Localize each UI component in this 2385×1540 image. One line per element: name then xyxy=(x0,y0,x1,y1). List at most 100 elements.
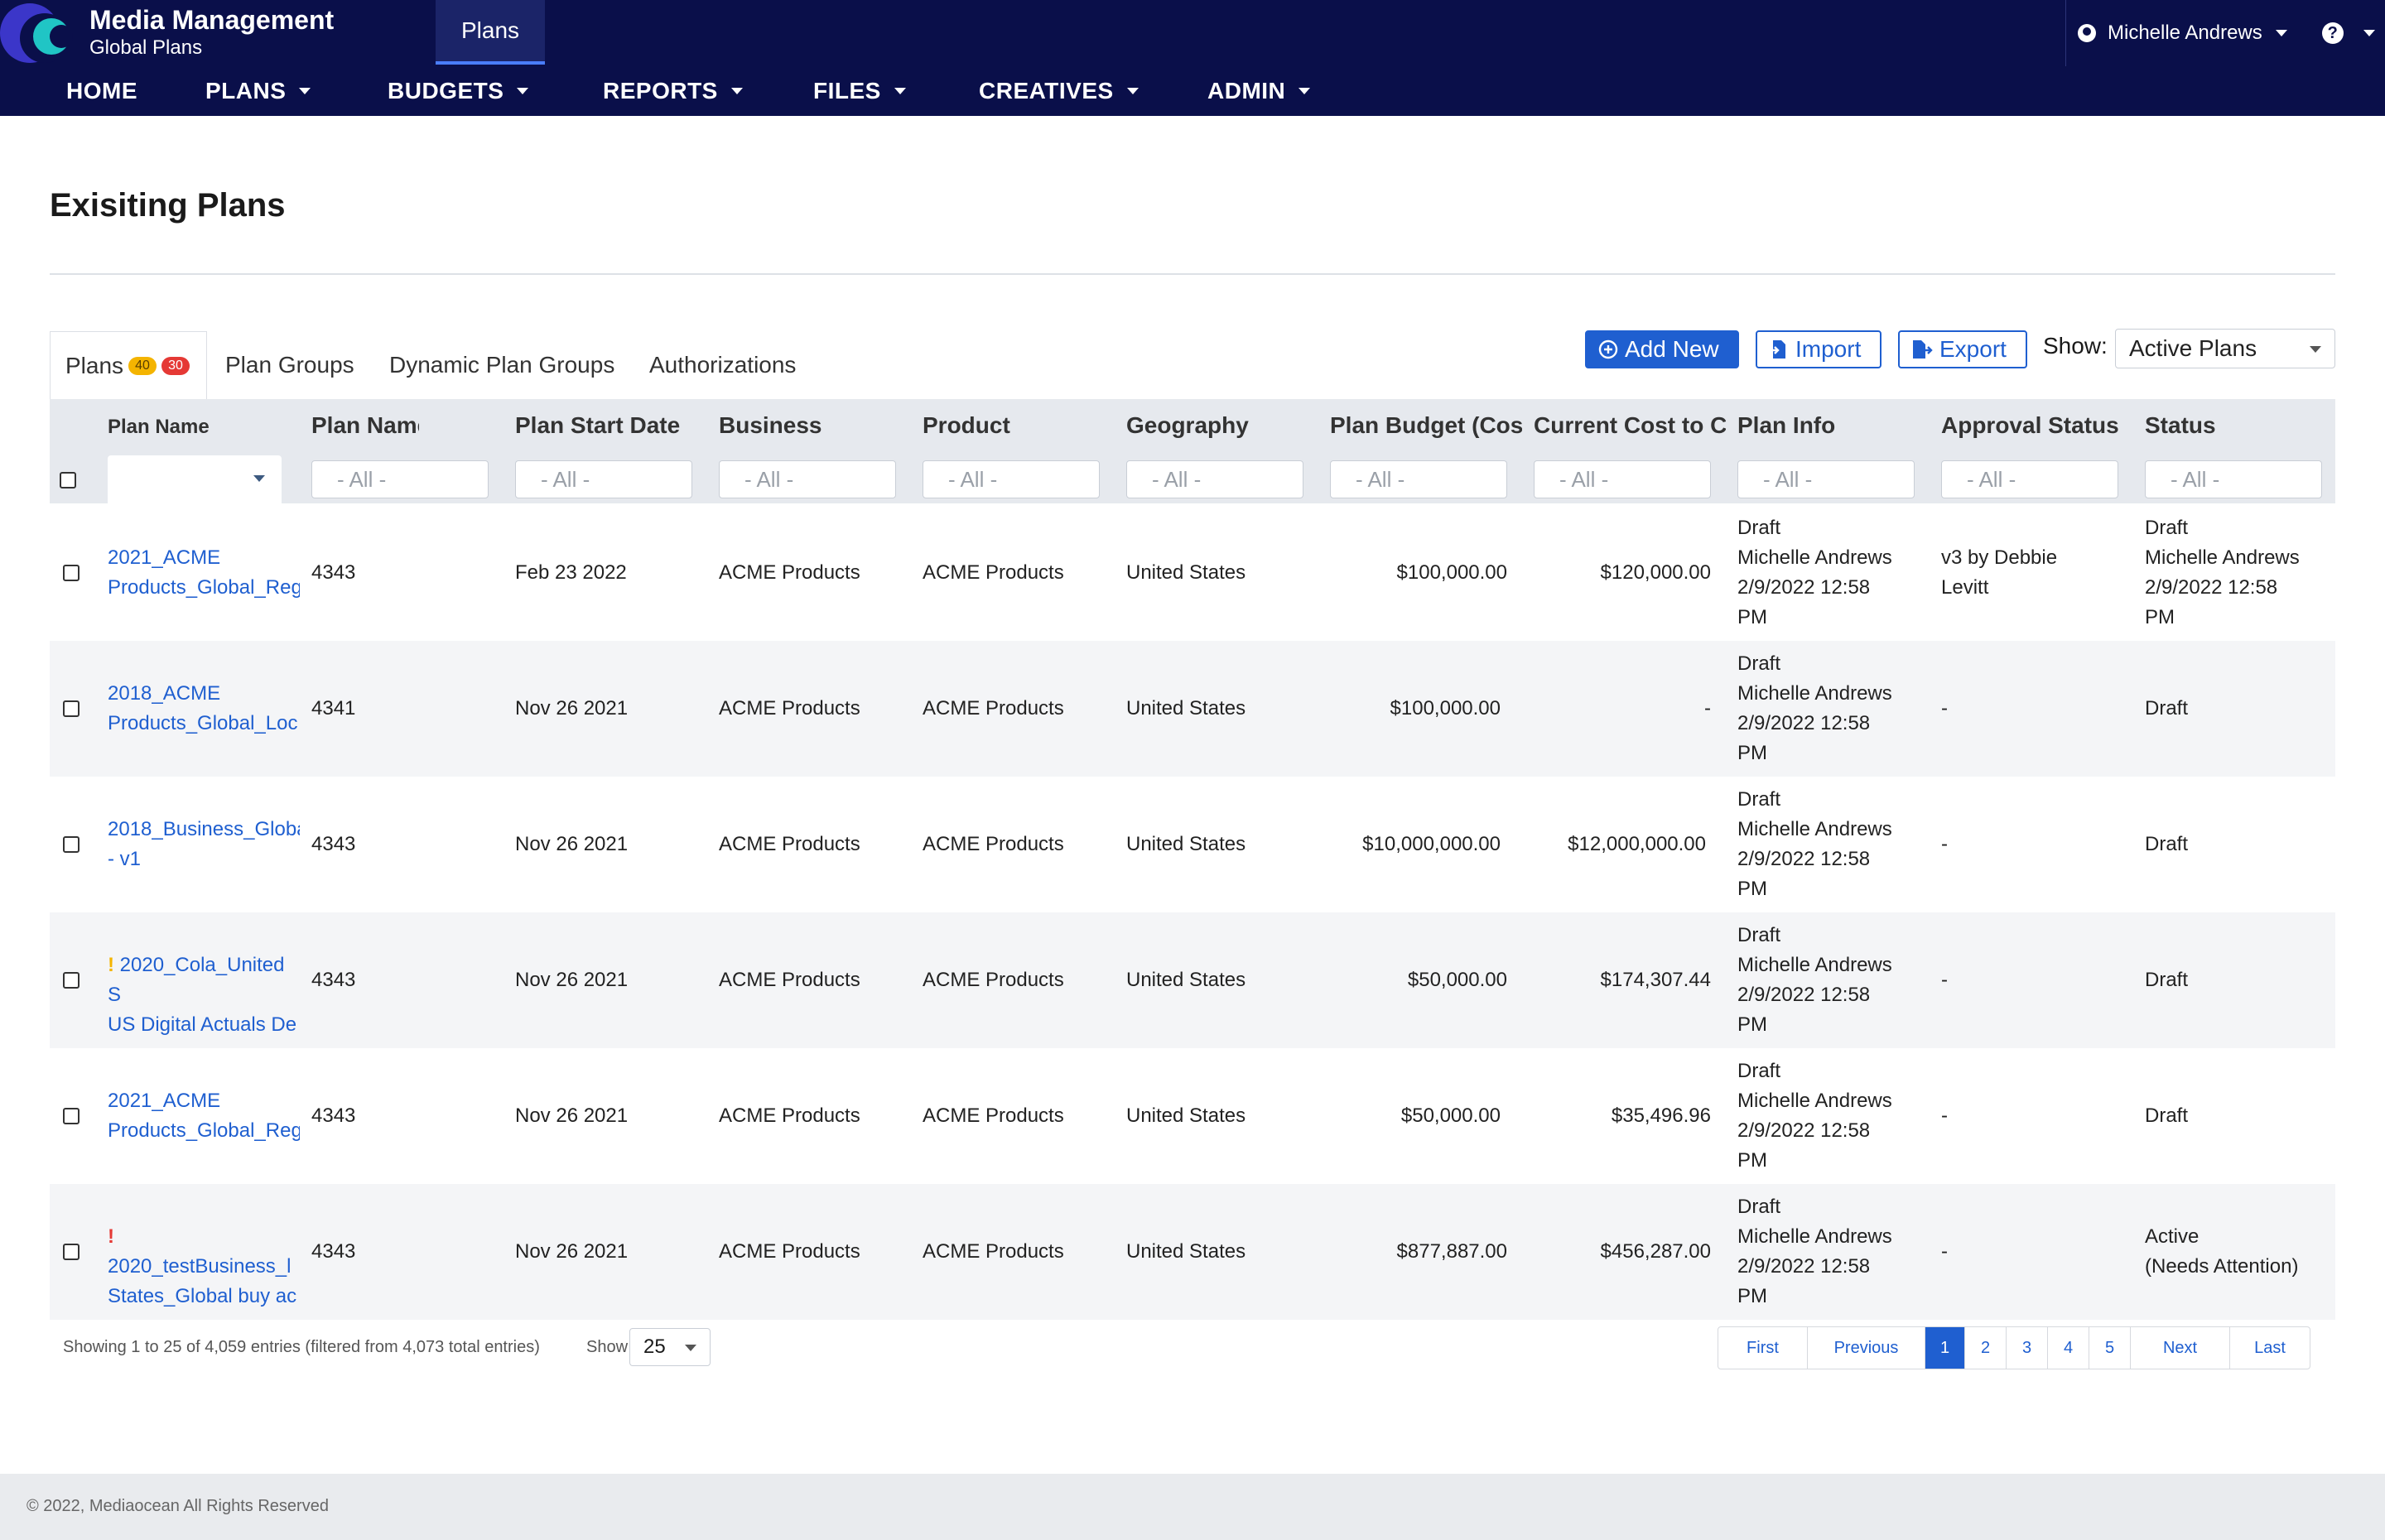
plan-name-link[interactable]: 2018_ACME Products_Global_Loc xyxy=(108,679,300,739)
module-tab-plans[interactable]: Plans xyxy=(436,0,545,65)
plan-info-line: 2/9/2022 12:58 xyxy=(1737,712,1871,734)
filter-product[interactable]: - All - xyxy=(923,460,1100,498)
row-checkbox[interactable] xyxy=(63,565,80,581)
nav-reports[interactable]: REPORTS xyxy=(603,70,743,113)
chevron-down-icon[interactable] xyxy=(2363,30,2375,36)
column-header[interactable]: Plan Budget (Cost xyxy=(1330,412,1522,439)
plan-info-line: 2/9/2022 12:58 xyxy=(1737,984,1871,1006)
plan-info-line: Michelle Andrews xyxy=(1737,818,1892,840)
row-checkbox[interactable] xyxy=(63,1108,80,1124)
nav-creatives[interactable]: CREATIVES xyxy=(979,70,1139,113)
tab-plans[interactable]: Plans 40 30 xyxy=(50,331,207,399)
column-header[interactable]: Product xyxy=(923,412,1100,439)
app-title: Media Management xyxy=(89,5,335,35)
column-header[interactable]: Plan Start Date xyxy=(515,412,692,439)
show-plans-select[interactable]: Active Plans xyxy=(2115,329,2335,368)
plan-name-line: 2020_testBusiness_l xyxy=(108,1255,292,1278)
chevron-down-icon xyxy=(685,1345,696,1351)
status: Draft Michelle Andrews 2/9/2022 12:58 PM xyxy=(2145,513,2300,633)
page-3[interactable]: 3 xyxy=(2007,1327,2048,1369)
add-new-button[interactable]: Add New xyxy=(1585,330,1739,368)
column-header[interactable]: Plan Name xyxy=(311,412,419,439)
page-size-label: Show xyxy=(586,1338,629,1356)
row-checkbox[interactable] xyxy=(63,1244,80,1260)
plan-budget: $877,887.00 xyxy=(1396,1240,1507,1263)
filter-approval-status[interactable]: - All - xyxy=(1941,460,2118,498)
column-header[interactable]: Status xyxy=(2145,412,2322,439)
plan-info-line: Draft xyxy=(1737,1060,1781,1082)
page-5[interactable]: 5 xyxy=(2089,1327,2131,1369)
filter-plan-info[interactable]: - All - xyxy=(1737,460,1915,498)
plan-info-line: PM xyxy=(1737,606,1767,628)
plan-name-link[interactable]: ! 2020_Cola_United S US Digital Actuals D… xyxy=(108,950,300,1040)
chevron-down-icon xyxy=(517,88,529,94)
filter-geography[interactable]: - All - xyxy=(1126,460,1303,498)
current-cost: $456,287.00 xyxy=(1600,1240,1711,1263)
plan-start-date: Nov 26 2021 xyxy=(515,697,629,719)
row-checkbox[interactable] xyxy=(63,700,80,717)
plan-name-link[interactable]: 2021_ACME Products_Global_Reg xyxy=(108,1086,300,1146)
approval-status: - xyxy=(1941,1104,1948,1127)
import-button[interactable]: Import xyxy=(1756,330,1882,368)
plan-info: Draft Michelle Andrews 2/9/2022 12:58 PM xyxy=(1737,1192,1892,1311)
page-footer: © 2022, Mediaocean All Rights Reserved xyxy=(0,1474,2385,1540)
plan-id: 4343 xyxy=(311,969,356,991)
plan-name-link[interactable]: ! 2020_testBusiness_l States_Global buy a… xyxy=(108,1222,300,1311)
page-2[interactable]: 2 xyxy=(1965,1327,2007,1369)
nav-home[interactable]: HOME xyxy=(66,70,137,113)
geography: United States xyxy=(1126,1240,1246,1263)
page-4[interactable]: 4 xyxy=(2048,1327,2089,1369)
plan-info-line: Michelle Andrews xyxy=(1737,682,1892,705)
page-1[interactable]: 1 xyxy=(1925,1327,1965,1369)
column-header[interactable]: Plan Name xyxy=(108,416,215,439)
export-icon xyxy=(1913,340,1933,359)
page-last[interactable]: Last xyxy=(2230,1327,2310,1369)
page-previous[interactable]: Previous xyxy=(1808,1327,1925,1369)
product: ACME Products xyxy=(923,969,1064,991)
column-header[interactable]: Plan Info xyxy=(1737,412,1915,439)
plan-info: Draft Michelle Andrews 2/9/2022 12:58 PM xyxy=(1737,649,1892,768)
nav-plans[interactable]: PLANS xyxy=(205,70,311,113)
filter-budget[interactable]: - All - xyxy=(1330,460,1507,498)
row-checkbox[interactable] xyxy=(63,836,80,853)
current-cost: $12,000,000.00 xyxy=(1568,833,1706,855)
nav-files[interactable]: FILES xyxy=(813,70,906,113)
nav-budgets[interactable]: BUDGETS xyxy=(388,70,529,113)
row-checkbox[interactable] xyxy=(63,972,80,989)
column-header[interactable]: Current Cost to C xyxy=(1534,412,1726,439)
filter-status[interactable]: - All - xyxy=(2145,460,2322,498)
column-header[interactable]: Approval Status xyxy=(1941,412,2118,439)
plan-name-line: Products_Global_Loc xyxy=(108,712,298,734)
tab-plan-groups[interactable]: Plan Groups xyxy=(225,331,354,399)
approval-status: - xyxy=(1941,1240,1948,1263)
status-line: Active xyxy=(2145,1225,2200,1248)
plan-name-link[interactable]: 2021_ACME Products_Global_Reg xyxy=(108,543,300,603)
approval-status: - xyxy=(1941,969,1948,991)
column-header[interactable]: Business xyxy=(719,412,896,439)
page-first[interactable]: First xyxy=(1718,1327,1808,1369)
show-label: Show: xyxy=(2043,333,2108,359)
status-line: 2/9/2022 12:58 xyxy=(2145,576,2278,599)
nav-admin[interactable]: ADMIN xyxy=(1207,70,1311,113)
user-menu[interactable]: Michelle Andrews ? xyxy=(2065,0,2385,66)
select-all-checkbox[interactable] xyxy=(60,472,76,488)
plan-name-link[interactable]: 2018_Business_Globa - v1 xyxy=(108,815,300,874)
plan-name-filter-select[interactable] xyxy=(108,455,282,503)
status-line: (Needs Attention) xyxy=(2145,1255,2299,1278)
pagination: First Previous 1 2 3 4 5 Next Last xyxy=(1718,1326,2310,1369)
entries-info: Showing 1 to 25 of 4,059 entries (filter… xyxy=(63,1338,540,1356)
page-next[interactable]: Next xyxy=(2131,1327,2230,1369)
page-size-select[interactable]: 25 xyxy=(629,1328,711,1366)
filter-start-date[interactable]: - All - xyxy=(515,460,692,498)
filter-plan-name[interactable]: - All - xyxy=(311,460,489,498)
export-button[interactable]: Export xyxy=(1898,330,2027,368)
tab-dynamic-plan-groups[interactable]: Dynamic Plan Groups xyxy=(389,331,614,399)
show-plans-value: Active Plans xyxy=(2129,335,2257,361)
warning-icon: ! xyxy=(108,1225,114,1248)
filter-business[interactable]: - All - xyxy=(719,460,896,498)
help-icon[interactable]: ? xyxy=(2321,22,2344,44)
status: Draft xyxy=(2145,833,2189,855)
filter-current-cost[interactable]: - All - xyxy=(1534,460,1711,498)
tab-authorizations[interactable]: Authorizations xyxy=(649,331,796,399)
column-header[interactable]: Geography xyxy=(1126,412,1303,439)
